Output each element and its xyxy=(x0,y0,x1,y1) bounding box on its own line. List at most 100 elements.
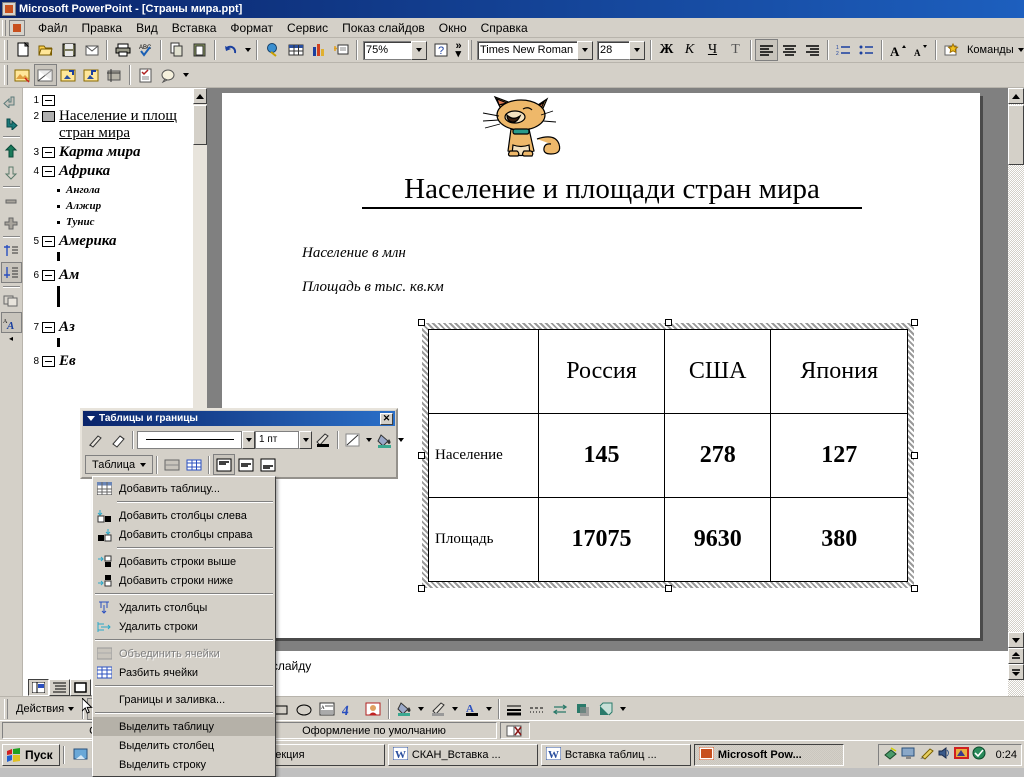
menu-item-borders-and-fill[interactable]: Границы и заливка... xyxy=(93,690,275,709)
font-color-icon[interactable]: A xyxy=(461,698,484,720)
menu-item-insert-rows-above[interactable]: Добавить строки выше xyxy=(93,552,275,571)
spellcheck-icon[interactable]: ABC xyxy=(134,39,157,61)
insert-picture-icon[interactable] xyxy=(11,64,34,86)
taskbar-clock[interactable]: 0:24 xyxy=(996,749,1017,761)
table-header-usa[interactable]: США xyxy=(663,329,772,414)
align-center-icon[interactable] xyxy=(235,454,257,475)
standard-toolbar-grip[interactable] xyxy=(4,40,8,60)
table-header-japan[interactable]: Япония xyxy=(770,329,908,414)
save-icon[interactable] xyxy=(57,39,80,61)
paste-icon[interactable] xyxy=(188,39,211,61)
slide-icon[interactable] xyxy=(42,95,55,106)
line-style-icon[interactable] xyxy=(503,698,526,720)
help-icon[interactable]: ? xyxy=(429,39,452,61)
font-size-value[interactable]: 28 xyxy=(597,40,629,60)
outline-slide-title[interactable]: Ев xyxy=(59,353,76,370)
italic-button[interactable]: К xyxy=(678,39,701,61)
print-icon[interactable] xyxy=(111,39,134,61)
resize-handle-s[interactable] xyxy=(665,585,672,592)
resize-handle-sw[interactable] xyxy=(418,585,425,592)
outline-slide-title[interactable]: Ам xyxy=(59,267,79,284)
slide-scrollbar[interactable] xyxy=(1008,88,1024,696)
email-icon[interactable] xyxy=(80,39,103,61)
list-item[interactable] xyxy=(57,258,205,261)
fill-color-dropdown-arrow[interactable] xyxy=(416,698,427,720)
scrollbar-thumb[interactable] xyxy=(1008,105,1024,165)
less-contrast-icon[interactable] xyxy=(80,64,103,86)
split-cells-icon[interactable] xyxy=(183,454,205,475)
actions-menu-button[interactable]: Действия xyxy=(11,699,79,719)
fill-color-icon[interactable] xyxy=(393,698,416,720)
list-item[interactable]: Ангола xyxy=(57,182,205,198)
menu-item-insert-table[interactable]: Добавить таблицу... xyxy=(93,479,275,498)
reviewing-comment-icon[interactable] xyxy=(134,64,157,86)
align-bottom-icon[interactable] xyxy=(257,454,279,475)
table-row-label-area[interactable]: Площадь xyxy=(428,497,539,582)
table-cell-population-russia[interactable]: 145 xyxy=(538,413,665,498)
menu-item-format[interactable]: Формат xyxy=(223,19,280,37)
start-button[interactable]: Пуск xyxy=(2,743,60,766)
line-color-dropdown-arrow[interactable] xyxy=(450,698,461,720)
previous-slide-button[interactable] xyxy=(1008,648,1024,664)
slide-icon[interactable] xyxy=(42,166,55,177)
network-icon[interactable] xyxy=(883,746,898,763)
outline-slide-7[interactable]: 7 Аз xyxy=(27,319,205,336)
zoom-value[interactable]: 75% xyxy=(363,40,411,60)
table-row-label-population[interactable]: Население xyxy=(428,413,539,498)
outline-slide-6[interactable]: 6 Ам xyxy=(27,267,205,284)
slide-view-button[interactable] xyxy=(70,678,91,696)
slide-icon[interactable] xyxy=(42,236,55,247)
insert-table-icon[interactable] xyxy=(284,39,307,61)
list-item[interactable]: Алжир xyxy=(57,198,205,214)
outline-view-button[interactable] xyxy=(49,678,70,696)
slide-subtitle-line1[interactable]: Население в млн xyxy=(302,245,406,262)
move-up-icon[interactable] xyxy=(1,140,22,161)
underline-button[interactable]: Ч xyxy=(701,39,724,61)
dash-style-icon[interactable] xyxy=(526,698,549,720)
align-center-icon[interactable] xyxy=(778,39,801,61)
commands-star-icon[interactable] xyxy=(940,39,963,61)
notes-pane[interactable]: Заметки к слайду xyxy=(208,650,1024,696)
slide-icon[interactable] xyxy=(42,356,55,367)
slide-icon-current[interactable] xyxy=(42,111,55,122)
undo-dropdown-icon[interactable] xyxy=(242,39,253,61)
collapse-all-icon[interactable] xyxy=(1,240,22,261)
line-style-combo[interactable] xyxy=(137,430,242,449)
menu-item-insert-columns-right[interactable]: Добавить столбцы справа xyxy=(93,525,275,544)
line-weight-combo[interactable]: 1 пт xyxy=(255,430,299,449)
outline-slide-8[interactable]: 8 Ев xyxy=(27,353,205,370)
font-color-dropdown-arrow[interactable] xyxy=(484,698,495,720)
show-formatting-icon[interactable]: AA xyxy=(0,312,22,333)
outline-slide-title[interactable]: Карта мира xyxy=(59,144,141,161)
insert-chart-icon[interactable] xyxy=(307,39,330,61)
outline-slide-title[interactable]: Америка xyxy=(59,233,117,250)
keyboard-icon[interactable] xyxy=(919,746,934,763)
data-table[interactable]: Россия США Япония Население 145 278 127 … xyxy=(428,329,908,582)
image-control-icon[interactable] xyxy=(34,64,57,86)
zoom-dropdown-arrow[interactable] xyxy=(411,40,427,60)
bold-button[interactable]: Ж xyxy=(655,39,678,61)
menu-item-select-column[interactable]: Выделить столбец xyxy=(93,736,275,755)
menu-item-file[interactable]: Файл xyxy=(31,19,75,37)
scroll-up-button[interactable] xyxy=(1008,88,1024,104)
outline-slide-3[interactable]: 3 Карта мира xyxy=(27,144,205,161)
cat-clipart[interactable] xyxy=(477,95,587,157)
resize-handle-se[interactable] xyxy=(911,585,918,592)
menu-item-insert-columns-left[interactable]: Добавить столбцы слева xyxy=(93,506,275,525)
scrollbar-thumb[interactable] xyxy=(193,105,207,145)
menu-item-insert-rows-below[interactable]: Добавить строки ниже xyxy=(93,571,275,590)
table-header-russia[interactable]: Россия xyxy=(538,329,665,414)
expand-all-icon[interactable] xyxy=(0,262,22,283)
slide-table-object[interactable]: Россия США Япония Население 145 278 127 … xyxy=(418,319,918,592)
slide-title[interactable]: Население и площади стран мира xyxy=(362,173,862,209)
scroll-down-button[interactable] xyxy=(1008,632,1024,648)
fill-color-icon[interactable] xyxy=(374,429,396,450)
table-cell-area-usa[interactable]: 9630 xyxy=(663,497,772,582)
font-name-dropdown-arrow[interactable] xyxy=(577,40,593,60)
collapse-icon[interactable] xyxy=(1,190,22,211)
menu-item-window[interactable]: Окно xyxy=(432,19,474,37)
outline-slide-4[interactable]: 4 Африка xyxy=(27,163,205,180)
increase-font-size-icon[interactable]: A xyxy=(886,39,909,61)
resize-handle-nw[interactable] xyxy=(418,319,425,326)
table-row[interactable]: Россия США Япония xyxy=(428,329,908,414)
